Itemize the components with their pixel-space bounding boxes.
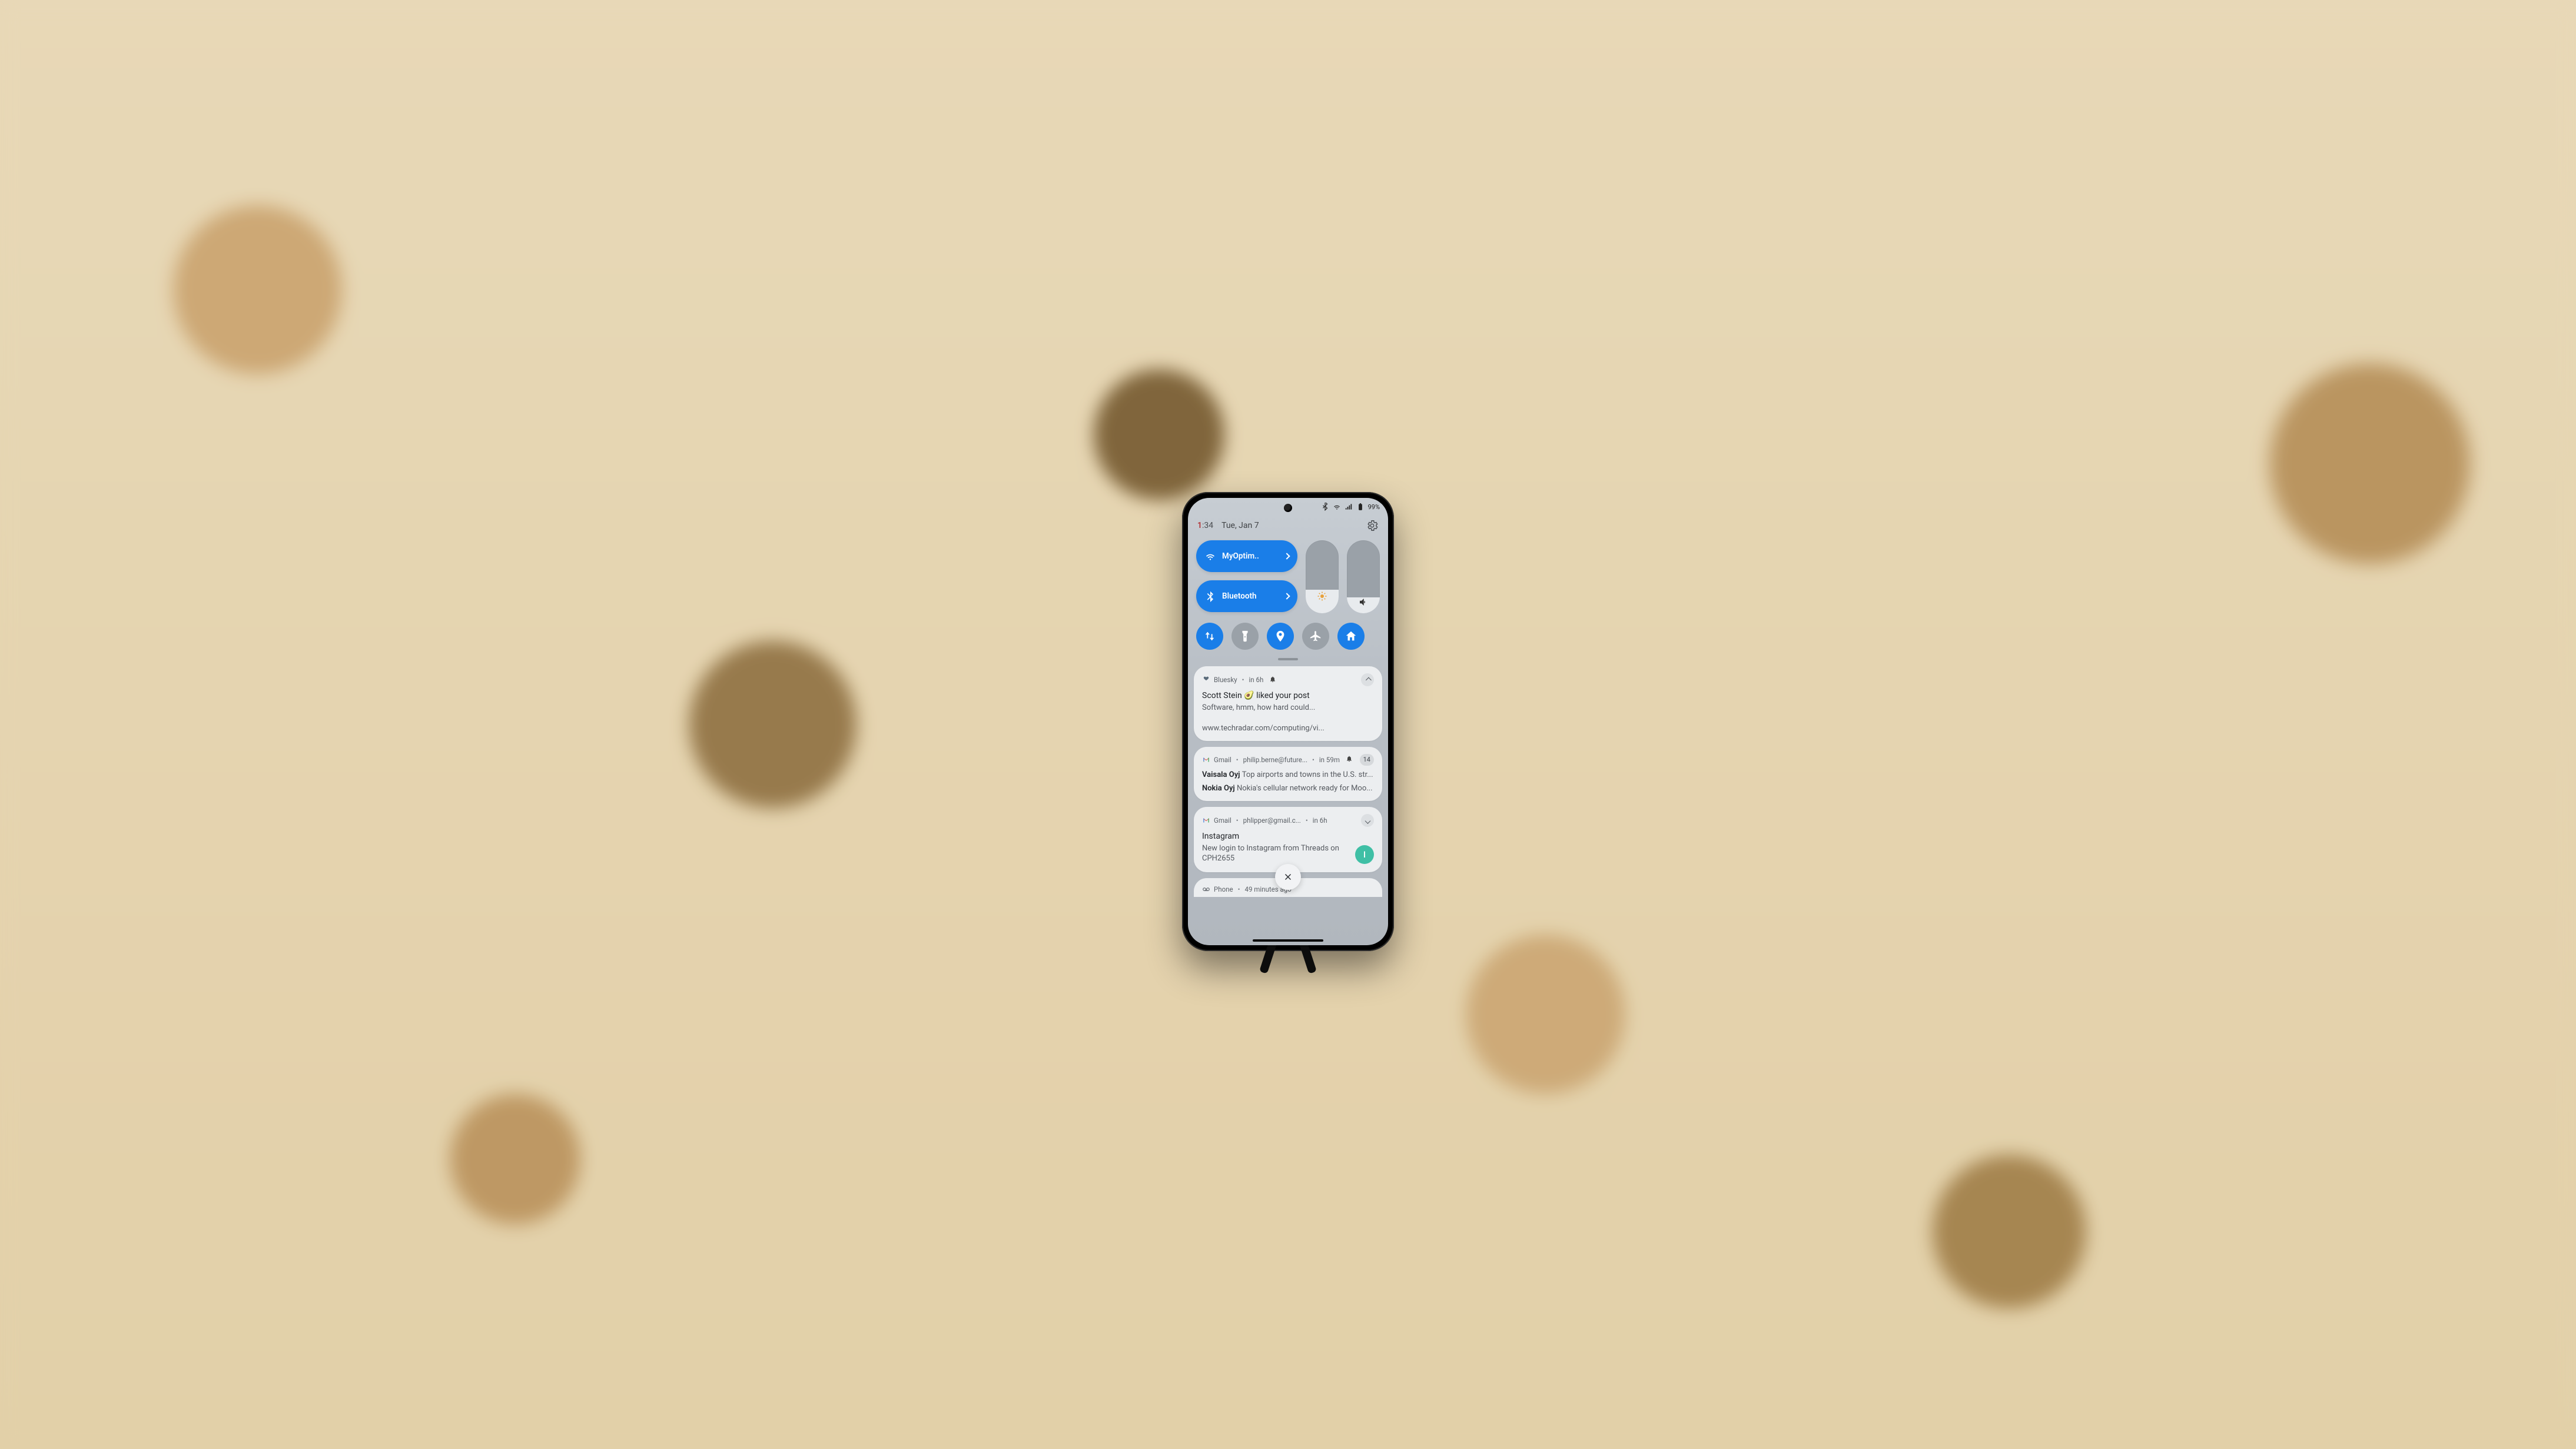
bluetooth-status-icon	[1321, 503, 1329, 511]
bell-icon	[1346, 755, 1353, 764]
drag-handle[interactable]	[1278, 658, 1298, 660]
front-camera	[1284, 504, 1292, 512]
speaker-icon	[1358, 597, 1369, 607]
wifi-status-icon	[1333, 503, 1341, 511]
sender-avatar: I	[1355, 845, 1374, 864]
battery-percent: 99%	[1368, 503, 1380, 511]
bluesky-icon	[1202, 676, 1210, 684]
notification-title: Scott Stein 🥑 liked your post	[1202, 691, 1374, 700]
expand-button[interactable]	[1361, 814, 1374, 827]
gmail-icon	[1202, 756, 1210, 764]
app-name: Gmail	[1214, 756, 1231, 764]
notification-time: in 59m	[1319, 756, 1340, 764]
notification-time: in 6h	[1249, 676, 1264, 684]
sun-icon	[1317, 591, 1327, 601]
wifi-tile[interactable]: MyOptim..	[1196, 540, 1297, 572]
notification-title: Instagram	[1202, 832, 1374, 841]
shade-header: 1:34 Tue, Jan 7	[1188, 516, 1388, 540]
notification-body: New login to Instagram from Threads on C…	[1202, 843, 1374, 864]
flashlight-tile[interactable]	[1231, 623, 1259, 650]
location-tile[interactable]	[1267, 623, 1294, 650]
date-label: Tue, Jan 7	[1221, 521, 1259, 530]
screen: 99% 1:34 Tue, Jan 7 MyOptim..	[1188, 498, 1388, 945]
clear-all-button[interactable]	[1275, 864, 1301, 890]
wifi-icon	[1204, 550, 1216, 562]
settings-icon[interactable]	[1366, 519, 1379, 532]
mobile-data-tile[interactable]	[1196, 623, 1223, 650]
gesture-bar[interactable]	[1253, 939, 1323, 942]
account-label: phlipper@gmail.c...	[1243, 816, 1301, 825]
voicemail-icon	[1202, 885, 1210, 893]
collapse-button[interactable]	[1361, 673, 1374, 686]
bell-icon	[1269, 676, 1276, 684]
email-row[interactable]: Nokia Oyj Nokia's cellular network ready…	[1202, 784, 1374, 793]
airplane-tile[interactable]	[1302, 623, 1329, 650]
bluetooth-icon	[1204, 590, 1216, 602]
app-name: Phone	[1214, 885, 1233, 893]
notification-bluesky[interactable]: Bluesky in 6h Scott Stein 🥑 liked your p…	[1194, 666, 1382, 741]
notification-count: 14	[1360, 754, 1374, 766]
quick-tiles-row	[1196, 623, 1380, 650]
notification-time: in 6h	[1313, 816, 1327, 825]
chevron-right-icon	[1283, 553, 1290, 559]
chevron-right-icon	[1283, 593, 1290, 599]
signal-status-icon	[1345, 503, 1353, 511]
account-label: philip.berne@future...	[1243, 756, 1307, 764]
bluetooth-tile[interactable]: Bluetooth	[1196, 580, 1297, 612]
quick-settings: MyOptim.. Bluetooth	[1188, 540, 1388, 660]
notification-gmail-personal[interactable]: Gmail phlipper@gmail.c... in 6h Instagra…	[1194, 807, 1382, 872]
app-name: Gmail	[1214, 816, 1231, 825]
phone-frame: 99% 1:34 Tue, Jan 7 MyOptim..	[1182, 492, 1394, 951]
wifi-label: MyOptim..	[1222, 551, 1259, 561]
clock: 1:34	[1197, 521, 1213, 530]
notification-link: www.techradar.com/computing/vi...	[1202, 724, 1374, 733]
notification-gmail-work[interactable]: Gmail philip.berne@future... in 59m 14 V…	[1194, 747, 1382, 801]
notification-body: Software, hmm, how hard could...	[1202, 703, 1374, 713]
notification-list: Bluesky in 6h Scott Stein 🥑 liked your p…	[1188, 666, 1388, 897]
home-tile[interactable]	[1337, 623, 1365, 650]
gmail-icon	[1202, 816, 1210, 825]
brightness-slider[interactable]	[1306, 540, 1339, 613]
bluetooth-label: Bluetooth	[1222, 591, 1257, 601]
volume-slider[interactable]	[1347, 540, 1380, 613]
app-name: Bluesky	[1214, 676, 1237, 684]
battery-status-icon	[1356, 503, 1365, 511]
email-row[interactable]: Vaisala Oyj Top airports and towns in th…	[1202, 770, 1374, 779]
